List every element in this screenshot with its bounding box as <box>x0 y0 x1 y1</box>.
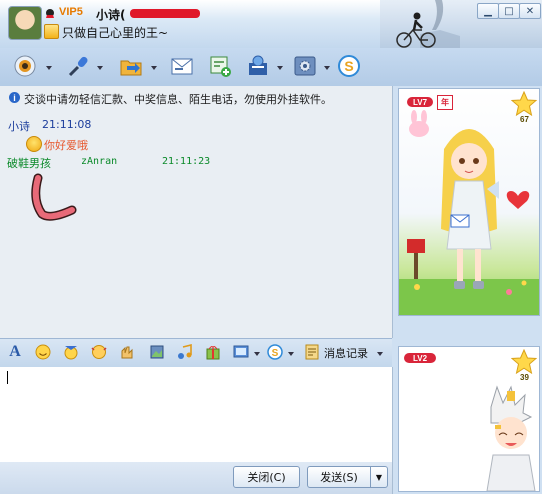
send-image-button[interactable] <box>232 343 250 361</box>
contact-avatar-show[interactable]: LV7 年 67 <box>398 88 540 316</box>
gift-button[interactable] <box>204 343 222 361</box>
star-icon <box>511 91 537 117</box>
message-time: 21:11:23 <box>162 156 211 167</box>
send-options-button[interactable]: ▼ <box>370 466 388 488</box>
music-button[interactable] <box>176 343 194 361</box>
message-username: zAnran <box>81 156 118 167</box>
soso-icon: S <box>338 55 360 77</box>
magic-emoticon-button[interactable] <box>62 343 80 361</box>
remote-assist-button[interactable] <box>244 52 272 80</box>
voice-call-icon <box>68 56 88 77</box>
signature-star-icon <box>44 24 59 39</box>
maximize-button[interactable]: □ <box>498 3 520 19</box>
voice-message-button[interactable] <box>118 343 136 361</box>
magic-emoticon-icon <box>64 346 78 360</box>
worm-emoticon-icon <box>31 173 77 221</box>
star-count: 39 <box>520 373 529 382</box>
voice-call-caret-icon[interactable] <box>97 66 103 70</box>
message-sender: 小诗 <box>8 120 30 133</box>
remote-assist-icon <box>249 55 267 75</box>
smiley-emoji-icon <box>26 136 42 152</box>
send-button[interactable]: 发送(S) <box>307 466 371 488</box>
hand-icon <box>121 346 133 359</box>
message-time: 21:11:08 <box>42 118 92 131</box>
voice-call-button[interactable] <box>64 52 92 80</box>
shake-icon <box>91 345 107 359</box>
soso-caret-icon[interactable] <box>288 352 294 356</box>
send-image-caret-icon[interactable] <box>254 352 260 356</box>
history-icon-wrap[interactable] <box>303 343 321 361</box>
message-history-icon <box>305 344 319 360</box>
add-app-button[interactable] <box>206 52 234 80</box>
contact-nickname: 小诗( <box>96 8 126 22</box>
settings-icon <box>294 56 316 76</box>
annual-badge: 年 <box>437 95 453 110</box>
level-badge: LV7 <box>407 97 433 107</box>
video-call-caret-icon[interactable] <box>46 66 52 70</box>
close-button[interactable]: 关闭(C) <box>233 466 300 488</box>
send-file-button[interactable] <box>117 52 145 80</box>
settings-button[interactable] <box>291 52 319 80</box>
security-notice: 交谈中请勿轻信汇款、中奖信息、陌生电话，勿使用外挂软件。 <box>24 93 332 106</box>
soso-search-button[interactable]: S <box>266 343 284 361</box>
message-history-caret-icon[interactable] <box>377 352 383 356</box>
minimize-button[interactable]: ▁ <box>477 3 499 19</box>
video-call-button[interactable] <box>12 52 40 80</box>
message-input[interactable] <box>0 367 393 462</box>
send-file-icon <box>120 60 142 76</box>
star-icon <box>511 349 537 375</box>
level-badge: LV2 <box>404 353 436 363</box>
shake-button[interactable] <box>90 343 108 361</box>
email-button[interactable] <box>168 52 196 80</box>
message-history-button[interactable]: 消息记录 <box>324 345 368 361</box>
my-avatar-show[interactable]: LV2 39 <box>398 346 540 492</box>
text-cursor <box>7 371 8 384</box>
send-file-caret-icon[interactable] <box>151 66 157 70</box>
message-sender: 破鞋男孩 <box>7 157 51 170</box>
font-button[interactable]: A <box>6 343 24 361</box>
font-icon: A <box>9 343 21 360</box>
settings-caret-icon[interactable] <box>324 66 330 70</box>
redacted-account <box>130 9 200 18</box>
close-window-button[interactable]: ✕ <box>519 3 541 19</box>
gift-icon <box>206 346 220 360</box>
video-call-icon <box>14 55 36 77</box>
avatar[interactable] <box>8 6 42 40</box>
music-icon <box>178 344 192 359</box>
vip-badge[interactable]: VIP5 <box>59 6 83 18</box>
emoticon-button[interactable] <box>34 343 52 361</box>
image-icon <box>233 345 249 358</box>
vip-crown-icon <box>46 9 54 18</box>
soso-icon: S <box>267 344 283 360</box>
remote-assist-caret-icon[interactable] <box>277 66 283 70</box>
soso-button[interactable]: S <box>335 52 363 80</box>
message-text: 你好爱哦 <box>44 139 88 152</box>
screenshot-icon <box>150 345 164 359</box>
svg-text:S: S <box>344 58 353 74</box>
star-count: 67 <box>520 115 529 124</box>
svg-text:S: S <box>272 348 279 359</box>
screenshot-button[interactable] <box>148 343 166 361</box>
chevron-down-icon: ▼ <box>375 472 383 482</box>
contact-signature: 只做自己心里的王~ <box>62 26 169 40</box>
doll-girl-image <box>399 110 539 315</box>
info-icon: i <box>9 92 20 103</box>
add-app-icon <box>210 56 231 77</box>
emoticon-icon <box>35 344 51 360</box>
email-icon <box>171 58 193 75</box>
